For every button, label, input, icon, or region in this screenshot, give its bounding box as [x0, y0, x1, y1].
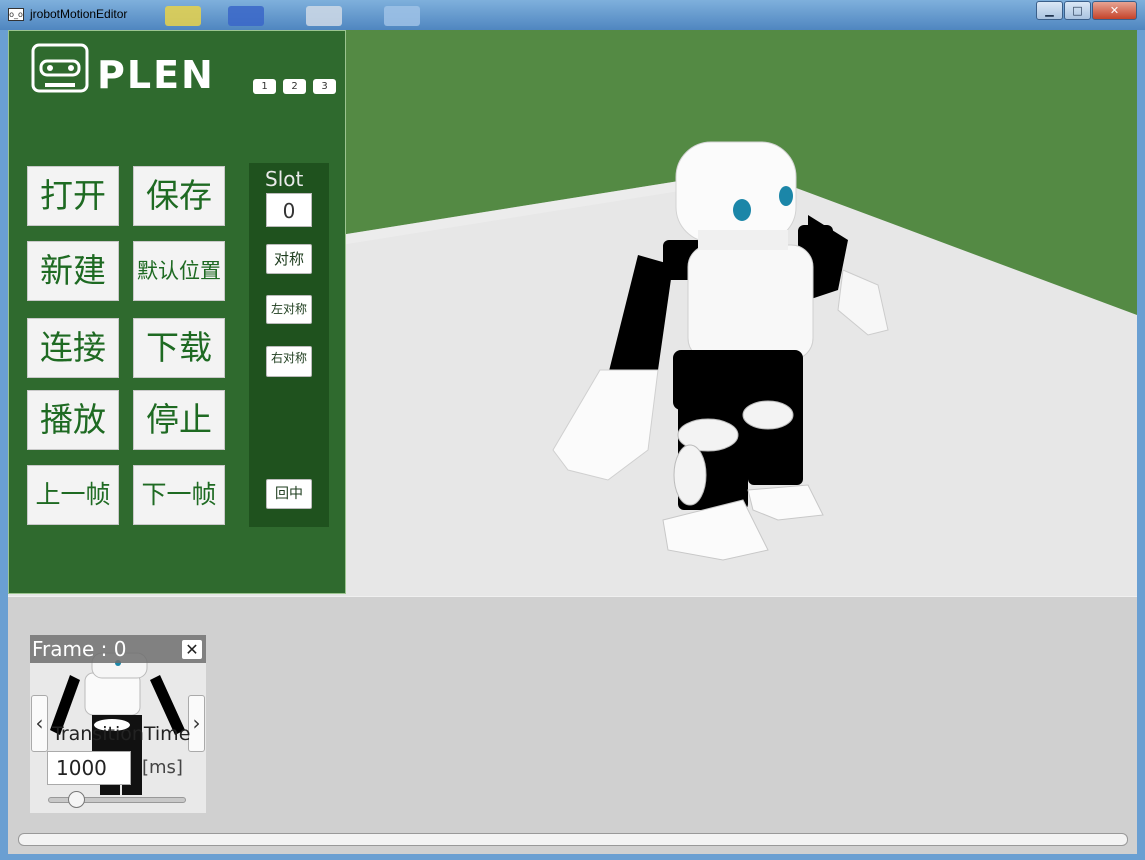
- logo-text: PLEN: [97, 53, 215, 97]
- taskbar-document-icon: [306, 6, 342, 26]
- frame-move-right-button[interactable]: ›: [188, 695, 205, 752]
- taskbar-folder-icon: [165, 6, 201, 26]
- right-symmetric-button[interactable]: 右对称: [266, 346, 312, 377]
- page-tab-3[interactable]: 3: [313, 79, 336, 94]
- left-symmetric-button[interactable]: 左对称: [266, 295, 312, 324]
- transition-time-slider-knob[interactable]: [67, 791, 85, 808]
- frame-label: Frame : 0: [32, 637, 127, 661]
- robot-face-logo-icon: [31, 43, 89, 93]
- stop-button[interactable]: 停止: [133, 390, 225, 450]
- close-button[interactable]: ✕: [1092, 1, 1137, 20]
- window-border-right: [1137, 30, 1145, 860]
- transition-time-label: TransitionTime: [52, 723, 191, 745]
- control-panel: PLEN 1 2 3 打开 保存 新建 默认位置 连接 下载 播放 停止 上一帧…: [8, 30, 346, 594]
- page-tabs: 1 2 3: [253, 79, 336, 94]
- save-button[interactable]: 保存: [133, 166, 225, 226]
- window-title: jrobotMotionEditor: [30, 7, 128, 21]
- frame-header: Frame : 0: [30, 635, 206, 663]
- next-frame-button[interactable]: 下一帧: [133, 465, 225, 525]
- slot-panel: Slot 0 对称 左对称 右对称 回中: [249, 163, 329, 527]
- center-button[interactable]: 回中: [266, 479, 312, 509]
- slot-label: Slot: [265, 167, 304, 191]
- transition-time-unit: [ms]: [142, 757, 183, 778]
- frame-close-button[interactable]: ✕: [182, 640, 202, 659]
- frame-move-left-button[interactable]: ‹: [31, 695, 48, 752]
- app-icon: o_o: [8, 8, 24, 21]
- open-button[interactable]: 打开: [27, 166, 119, 226]
- default-position-button[interactable]: 默认位置: [133, 241, 225, 301]
- play-button[interactable]: 播放: [27, 390, 119, 450]
- window-border-bottom: [0, 854, 1145, 860]
- prev-frame-button[interactable]: 上一帧: [27, 465, 119, 525]
- taskbar-globe-icon: [228, 6, 264, 26]
- maximize-button[interactable]: □: [1064, 1, 1091, 20]
- window-border-left: [0, 30, 8, 860]
- transition-time-input[interactable]: 1000: [47, 751, 131, 785]
- page-tab-1[interactable]: 1: [253, 79, 276, 94]
- plen-logo: [31, 43, 91, 101]
- minimize-button[interactable]: ▁: [1036, 1, 1063, 20]
- window-titlebar: o_o jrobotMotionEditor ▁ □ ✕: [0, 0, 1145, 30]
- slot-value-field[interactable]: 0: [266, 193, 312, 227]
- frame-card[interactable]: Frame : 0 ✕ ‹ › TransitionTime 1000 [ms]: [30, 635, 206, 813]
- taskbar-app-icon: [384, 6, 420, 26]
- symmetric-button[interactable]: 对称: [266, 244, 312, 274]
- page-tab-2[interactable]: 2: [283, 79, 306, 94]
- new-button[interactable]: 新建: [27, 241, 119, 301]
- download-button[interactable]: 下载: [133, 318, 225, 378]
- frame-timeline: Frame : 0 ✕ ‹ › TransitionTime 1000 [ms]: [8, 596, 1137, 854]
- connect-button[interactable]: 连接: [27, 318, 119, 378]
- timeline-horizontal-scrollbar[interactable]: [18, 833, 1128, 846]
